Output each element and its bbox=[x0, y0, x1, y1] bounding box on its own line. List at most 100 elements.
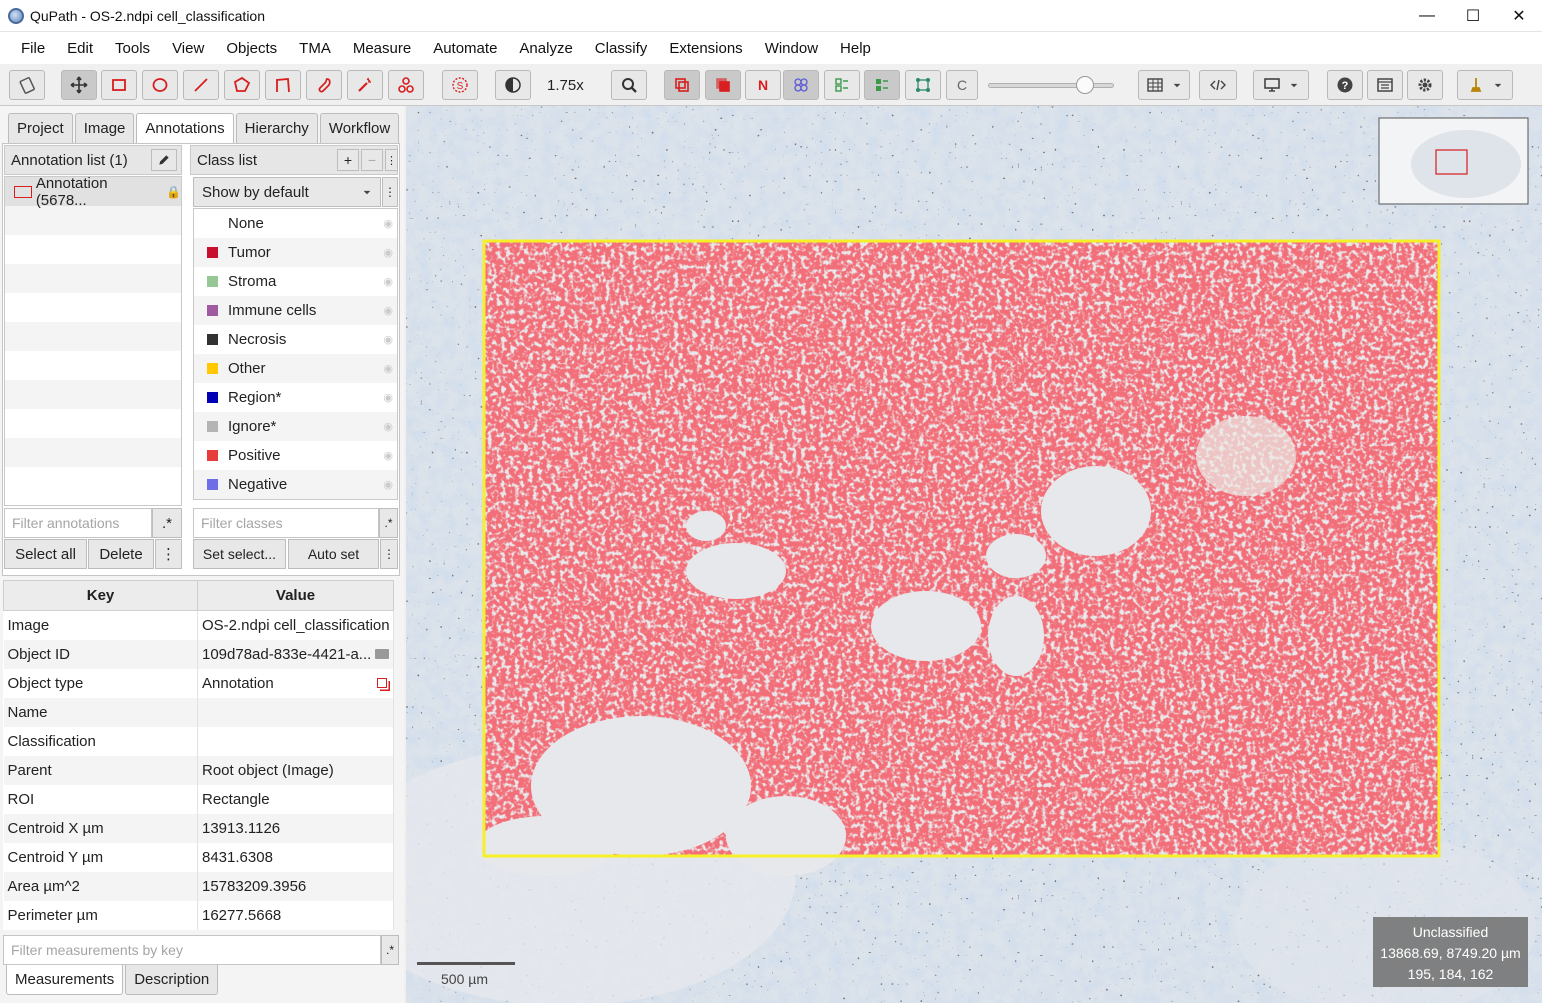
preferences-button[interactable] bbox=[1407, 70, 1443, 100]
filter-annotations-input[interactable]: Filter annotations bbox=[4, 508, 152, 538]
slide-image[interactable] bbox=[406, 106, 1542, 1003]
table-row[interactable]: Object ID 109d78ad-833e-4421-a... bbox=[3, 639, 394, 669]
menu-edit[interactable]: Edit bbox=[56, 40, 104, 57]
tab-description[interactable]: Description bbox=[125, 965, 219, 995]
menu-tma[interactable]: TMA bbox=[288, 40, 342, 57]
visibility-eye-icon[interactable]: ◉ bbox=[383, 391, 393, 404]
visibility-eye-icon[interactable]: ◉ bbox=[383, 420, 393, 433]
show-mode-more-button[interactable]: ⋮ bbox=[382, 177, 398, 207]
maximize-button[interactable]: ☐ bbox=[1450, 0, 1496, 32]
polyline-tool-button[interactable] bbox=[265, 70, 301, 100]
select-all-button[interactable]: Select all bbox=[4, 539, 87, 569]
tab-workflow[interactable]: Workflow bbox=[319, 113, 400, 143]
edit-annotation-button[interactable] bbox=[151, 149, 177, 171]
show-names-button[interactable]: N bbox=[745, 70, 781, 100]
wand-tool-button[interactable] bbox=[347, 70, 383, 100]
class-item[interactable]: Necrosis ◉ bbox=[194, 325, 397, 354]
menu-extensions[interactable]: Extensions bbox=[658, 40, 753, 57]
visibility-eye-icon[interactable]: ◉ bbox=[383, 362, 393, 375]
rectangle-tool-button[interactable] bbox=[101, 70, 137, 100]
filter-measurements-input[interactable]: Filter measurements by key bbox=[3, 935, 381, 965]
tab-hierarchy[interactable]: Hierarchy bbox=[235, 113, 318, 143]
tab-annotations[interactable]: Annotations bbox=[136, 113, 234, 143]
menu-automate[interactable]: Automate bbox=[422, 40, 508, 57]
view-options-button[interactable] bbox=[1253, 70, 1309, 100]
visibility-eye-icon[interactable]: ◉ bbox=[383, 275, 393, 288]
menu-objects[interactable]: Objects bbox=[215, 40, 288, 57]
ellipse-tool-button[interactable] bbox=[142, 70, 178, 100]
visibility-eye-icon[interactable]: ◉ bbox=[383, 333, 393, 346]
fill-detections-button[interactable] bbox=[864, 70, 900, 100]
image-viewer[interactable]: 500 µm Unclassified 13868.69, 8749.20 µm… bbox=[406, 106, 1542, 1003]
close-button[interactable]: ✕ bbox=[1496, 0, 1542, 32]
tab-project[interactable]: Project bbox=[8, 113, 73, 143]
table-row[interactable]: Image OS-2.ndpi cell_classification bbox=[3, 610, 394, 640]
delete-button[interactable]: Delete bbox=[88, 539, 154, 569]
measurement-table-button[interactable] bbox=[1138, 70, 1190, 100]
menu-measure[interactable]: Measure bbox=[342, 40, 422, 57]
class-item[interactable]: Stroma ◉ bbox=[194, 267, 397, 296]
auto-set-button[interactable]: Auto set bbox=[288, 539, 379, 569]
show-annotations-button[interactable] bbox=[664, 70, 700, 100]
menu-help[interactable]: Help bbox=[829, 40, 882, 57]
zoom-to-fit-button[interactable] bbox=[611, 70, 647, 100]
class-options-button[interactable]: ⋮ bbox=[385, 149, 398, 171]
visibility-eye-icon[interactable]: ◉ bbox=[383, 304, 393, 317]
table-row[interactable]: Object type Annotation bbox=[3, 668, 394, 698]
table-row[interactable]: ROI Rectangle bbox=[3, 784, 394, 814]
menu-tools[interactable]: Tools bbox=[104, 40, 161, 57]
menu-classify[interactable]: Classify bbox=[584, 40, 659, 57]
id-card-icon[interactable] bbox=[375, 648, 389, 659]
log-button[interactable] bbox=[1367, 70, 1403, 100]
line-tool-button[interactable] bbox=[183, 70, 219, 100]
table-row[interactable]: Parent Root object (Image) bbox=[3, 755, 394, 785]
class-item[interactable]: None ◉ bbox=[194, 209, 397, 238]
opacity-slider-track[interactable] bbox=[988, 83, 1114, 88]
selection-mode-button[interactable]: S bbox=[442, 70, 478, 100]
table-row[interactable]: Perimeter µm 16277.5668 bbox=[3, 900, 394, 930]
channel-viewer-button[interactable]: C bbox=[946, 70, 978, 100]
visibility-eye-icon[interactable]: ◉ bbox=[383, 449, 393, 462]
analysis-pane-button[interactable] bbox=[9, 70, 45, 100]
class-item[interactable]: Other ◉ bbox=[194, 354, 397, 383]
class-item[interactable]: Immune cells ◉ bbox=[194, 296, 397, 325]
tab-image[interactable]: Image bbox=[74, 113, 135, 143]
key-column-header[interactable]: Key bbox=[3, 580, 198, 611]
class-item[interactable]: Region* ◉ bbox=[194, 383, 397, 412]
move-tool-button[interactable] bbox=[61, 70, 97, 100]
table-row[interactable]: Centroid Y µm 8431.6308 bbox=[3, 842, 394, 872]
brush-tool-button[interactable] bbox=[306, 70, 342, 100]
visibility-eye-icon[interactable]: ◉ bbox=[383, 246, 393, 259]
menu-view[interactable]: View bbox=[161, 40, 215, 57]
tab-measurements[interactable]: Measurements bbox=[6, 965, 124, 995]
menu-window[interactable]: Window bbox=[754, 40, 829, 57]
class-item[interactable]: Ignore* ◉ bbox=[194, 412, 397, 441]
class-item[interactable]: Positive ◉ bbox=[194, 441, 397, 470]
class-more-button[interactable]: ⋮ bbox=[380, 539, 398, 569]
brightness-contrast-button[interactable] bbox=[495, 70, 531, 100]
value-column-header[interactable]: Value bbox=[197, 580, 394, 611]
annotation-more-button[interactable]: ⋮ bbox=[155, 539, 182, 569]
list-item[interactable]: Annotation (5678... 🔒 bbox=[5, 177, 181, 209]
extensions-button[interactable] bbox=[1457, 70, 1513, 100]
opacity-slider-thumb[interactable] bbox=[1076, 76, 1094, 94]
show-tma-grid-button[interactable] bbox=[783, 70, 819, 100]
minimize-button[interactable]: — bbox=[1404, 0, 1450, 32]
help-button[interactable]: ? bbox=[1327, 70, 1363, 100]
filter-classes-input[interactable]: Filter classes bbox=[193, 508, 379, 538]
remove-class-button[interactable]: − bbox=[361, 149, 383, 171]
table-row[interactable]: Name bbox=[3, 697, 394, 727]
visibility-eye-icon[interactable]: ◉ bbox=[383, 478, 393, 491]
table-row[interactable]: Classification bbox=[3, 726, 394, 756]
table-row[interactable]: Area µm^2 15783209.3956 bbox=[3, 871, 394, 901]
points-tool-button[interactable] bbox=[388, 70, 424, 100]
visibility-eye-icon[interactable]: ◉ bbox=[383, 217, 393, 230]
script-editor-button[interactable] bbox=[1199, 70, 1237, 100]
annotations-regex-toggle[interactable]: .* bbox=[152, 508, 182, 538]
table-row[interactable]: Centroid X µm 13913.1126 bbox=[3, 813, 394, 843]
show-connections-button[interactable] bbox=[905, 70, 941, 100]
measurements-regex-toggle[interactable]: .* bbox=[381, 935, 399, 965]
show-detections-button[interactable] bbox=[824, 70, 860, 100]
classes-regex-toggle[interactable]: .* bbox=[379, 508, 398, 538]
class-item[interactable]: Negative ◉ bbox=[194, 470, 397, 499]
